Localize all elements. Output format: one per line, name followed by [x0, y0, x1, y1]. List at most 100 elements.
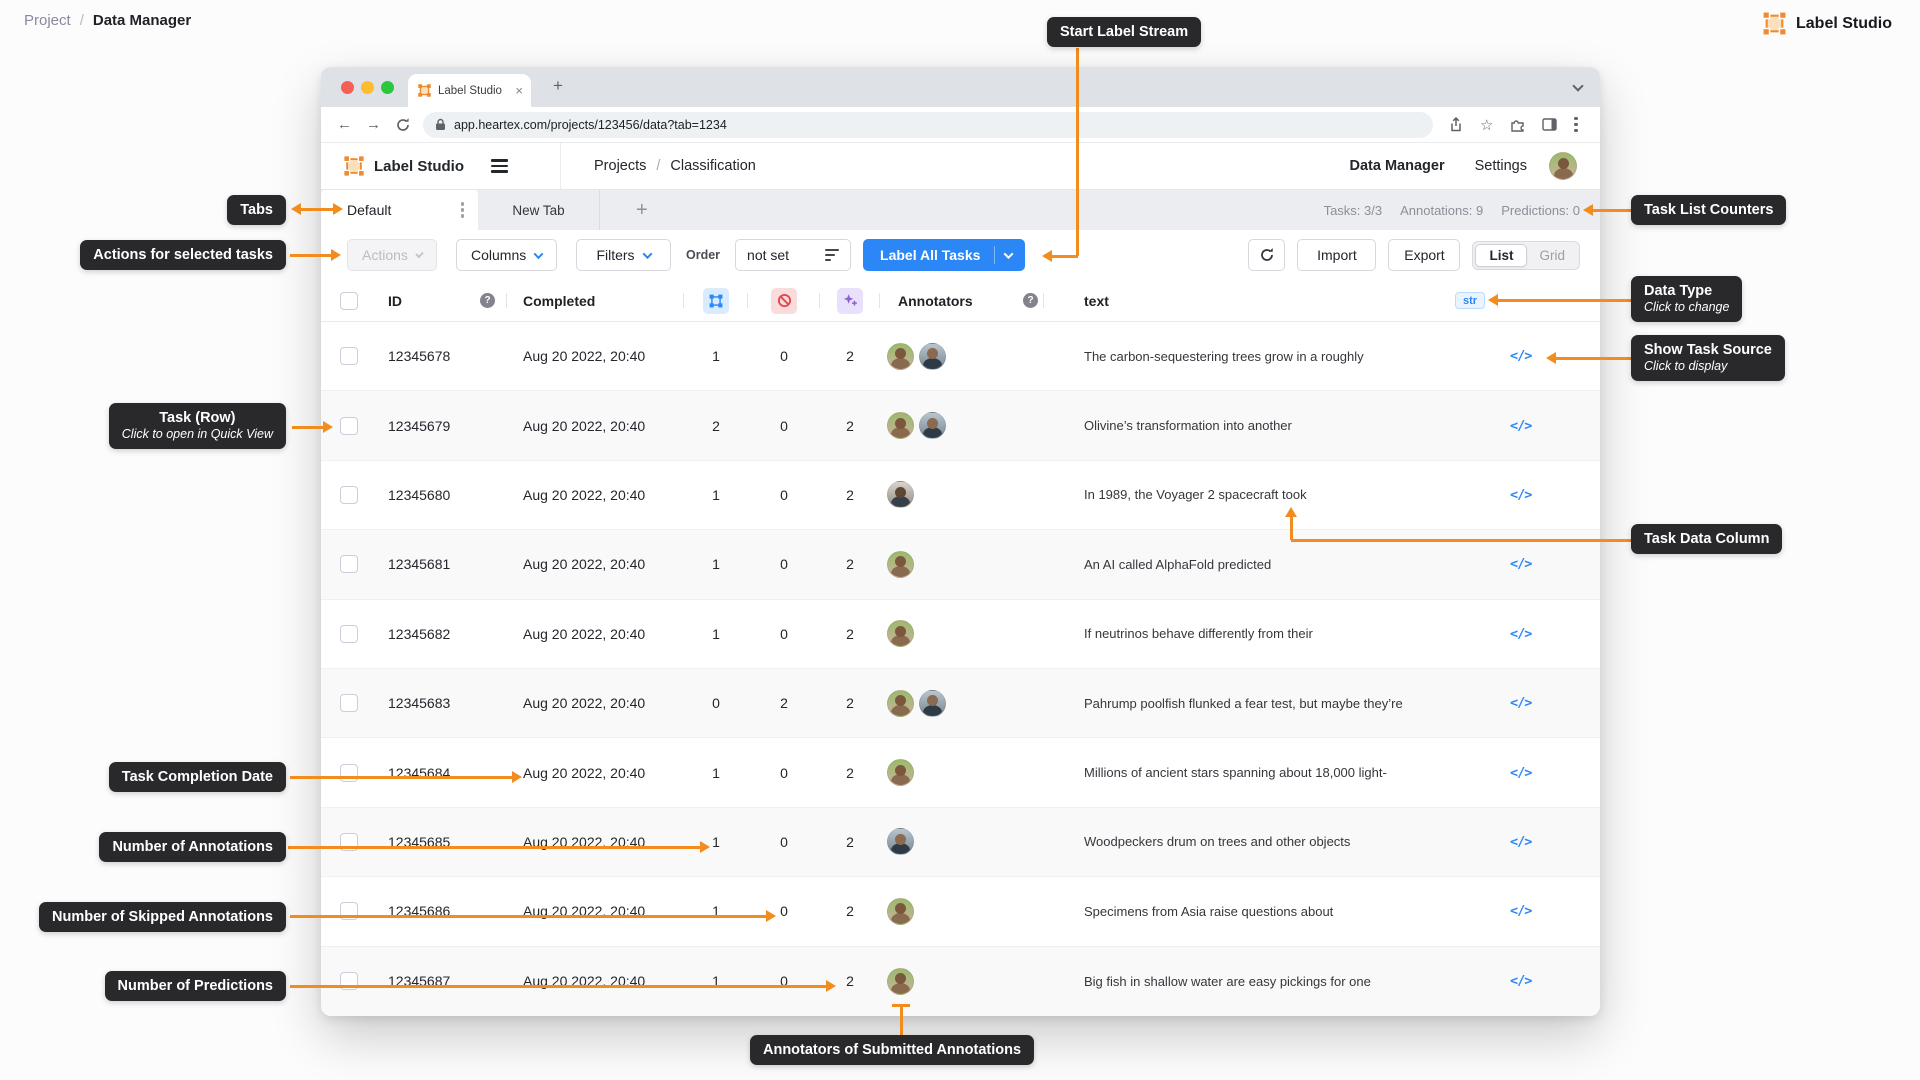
reload-icon[interactable]	[395, 117, 411, 133]
back-icon[interactable]: ←	[337, 116, 352, 133]
export-button[interactable]: Export	[1388, 239, 1461, 271]
order-value-button[interactable]: not set	[735, 239, 852, 271]
add-tab-icon[interactable]: +	[636, 199, 648, 222]
column-header-completed[interactable]: Completed	[507, 280, 684, 321]
task-row[interactable]: 12345687 Aug 20 2022, 20:40 1 0 2 Big fish in…	[321, 946, 1600, 1016]
task-row[interactable]: 12345680 Aug 20 2022, 20:40 1 0 2 In 1989, th…	[321, 460, 1600, 531]
tab-close-icon[interactable]: ×	[515, 83, 523, 98]
column-header-annotators[interactable]: Annotators ?	[880, 280, 1044, 321]
window-minimize-button[interactable]	[361, 81, 374, 94]
tab-overview-chevron-icon[interactable]	[1572, 80, 1584, 92]
annotator-avatar	[887, 342, 914, 370]
select-all-checkbox[interactable]	[340, 291, 358, 310]
tab-new-tab[interactable]: New Tab	[478, 190, 600, 230]
task-row[interactable]: 12345678 Aug 20 2022, 20:40 1 0 2 The carbon-…	[321, 322, 1600, 392]
task-text: Woodpeckers drum on trees and other obje…	[1084, 834, 1351, 850]
source-code-icon[interactable]: </>	[1510, 834, 1532, 850]
annotators-cell	[880, 600, 1044, 668]
row-checkbox[interactable]	[340, 624, 358, 643]
data-tabs-bar: Default New Tab + Tasks: 3/3 Annotations…	[321, 190, 1600, 230]
column-header-id[interactable]: ID ?	[369, 280, 507, 321]
row-select-cell	[321, 530, 369, 598]
breadcrumb-projects-link[interactable]: Projects	[594, 158, 646, 174]
source-code-icon[interactable]: </>	[1510, 418, 1532, 434]
source-code-icon[interactable]: </>	[1510, 348, 1532, 364]
data-type-badge[interactable]: str	[1455, 292, 1486, 309]
source-code-icon[interactable]: </>	[1510, 903, 1532, 919]
row-checkbox[interactable]	[340, 485, 358, 504]
annotators-cell	[880, 877, 1044, 945]
view-list-button[interactable]: List	[1475, 243, 1528, 267]
app-brand-label: Label Studio	[374, 157, 464, 175]
column-header-text[interactable]: text	[1044, 280, 1444, 321]
task-completed-date: Aug 20 2022, 20:40	[523, 625, 646, 642]
source-code-icon[interactable]: </>	[1510, 487, 1532, 503]
source-code-icon[interactable]: </>	[1510, 626, 1532, 642]
task-row[interactable]: 12345685 Aug 20 2022, 20:40 1 0 2 Woodpeckers…	[321, 807, 1600, 878]
hamburger-menu-icon[interactable]	[491, 159, 508, 173]
task-row[interactable]: 12345683 Aug 20 2022, 20:40 0 2 2 Pahrump poo…	[321, 668, 1600, 739]
breadcrumb-project[interactable]: Project	[24, 12, 71, 29]
refresh-button[interactable]	[1248, 239, 1286, 271]
annotator-avatar	[887, 759, 914, 787]
task-id: 12345681	[388, 556, 451, 573]
column-header-annotations[interactable]	[684, 280, 748, 321]
column-header-predictions[interactable]	[820, 280, 880, 321]
bookmark-star-icon[interactable]: ☆	[1480, 116, 1493, 134]
skipped-count: 0	[780, 556, 788, 573]
source-code-icon[interactable]: </>	[1510, 556, 1532, 572]
browser-menu-icon[interactable]	[1574, 116, 1578, 133]
skipped-count: 0	[780, 764, 788, 781]
tab-options-icon[interactable]	[460, 202, 464, 218]
task-completed-date: Aug 20 2022, 20:40	[523, 417, 646, 434]
annotations-count: 1	[712, 348, 720, 365]
help-icon[interactable]: ?	[1023, 293, 1038, 308]
predictions-count: 2	[846, 833, 854, 850]
skipped-count: 0	[780, 348, 788, 365]
task-completed-cell: Aug 20 2022, 20:40	[507, 530, 684, 598]
row-checkbox[interactable]	[340, 347, 358, 366]
row-checkbox[interactable]	[340, 555, 358, 574]
predictions-count: 2	[846, 348, 854, 365]
window-close-button[interactable]	[341, 81, 354, 94]
label-all-tasks-button[interactable]: Label All Tasks	[863, 239, 1026, 271]
task-source-cell: </>	[1444, 391, 1600, 459]
help-icon[interactable]: ?	[480, 293, 495, 308]
row-checkbox[interactable]	[340, 694, 358, 713]
actions-button[interactable]: Actions	[347, 239, 437, 271]
sidebar-icon[interactable]	[1542, 118, 1558, 131]
address-bar[interactable]: app.heartex.com/projects/123456/data?tab…	[423, 111, 1433, 138]
nav-data-manager[interactable]: Data Manager	[1350, 158, 1445, 174]
forward-icon[interactable]: →	[366, 116, 381, 133]
share-icon[interactable]	[1449, 117, 1463, 132]
annotator-avatar	[887, 689, 914, 717]
callout-num-annotations: Number of Annotations	[99, 832, 286, 863]
skipped-count: 0	[780, 903, 788, 920]
source-code-icon[interactable]: </>	[1510, 765, 1532, 781]
user-avatar[interactable]	[1549, 152, 1577, 180]
row-checkbox[interactable]	[340, 416, 358, 435]
row-checkbox[interactable]	[340, 902, 358, 921]
import-button[interactable]: Import	[1297, 239, 1377, 271]
callout-task-row-sub: Click to open in Quick View	[121, 427, 273, 442]
tab-default[interactable]: Default	[321, 190, 478, 230]
extensions-icon[interactable]	[1510, 117, 1525, 132]
label-all-tasks-label: Label All Tasks	[880, 247, 981, 263]
new-tab-icon[interactable]: +	[553, 76, 563, 96]
source-code-icon[interactable]: </>	[1510, 695, 1532, 711]
task-row[interactable]: 12345686 Aug 20 2022, 20:40 1 0 2 Specimens f…	[321, 877, 1600, 947]
filters-button[interactable]: Filters	[576, 239, 671, 271]
task-row[interactable]: 12345679 Aug 20 2022, 20:40 2 0 2 Olivine’s t…	[321, 391, 1600, 461]
window-zoom-button[interactable]	[381, 81, 394, 94]
columns-button[interactable]: Columns	[456, 239, 557, 271]
view-grid-button[interactable]: Grid	[1527, 244, 1577, 267]
breadcrumb-project-name[interactable]: Classification	[670, 158, 755, 174]
row-checkbox[interactable]	[340, 763, 358, 782]
task-row[interactable]: 12345682 Aug 20 2022, 20:40 1 0 2 If neutrino…	[321, 599, 1600, 669]
row-checkbox[interactable]	[340, 972, 358, 991]
column-header-skipped[interactable]	[748, 280, 820, 321]
browser-tab[interactable]: Label Studio ×	[408, 74, 531, 107]
nav-settings[interactable]: Settings	[1475, 158, 1527, 174]
source-code-icon[interactable]: </>	[1510, 973, 1532, 989]
annotations-count: 1	[712, 556, 720, 573]
